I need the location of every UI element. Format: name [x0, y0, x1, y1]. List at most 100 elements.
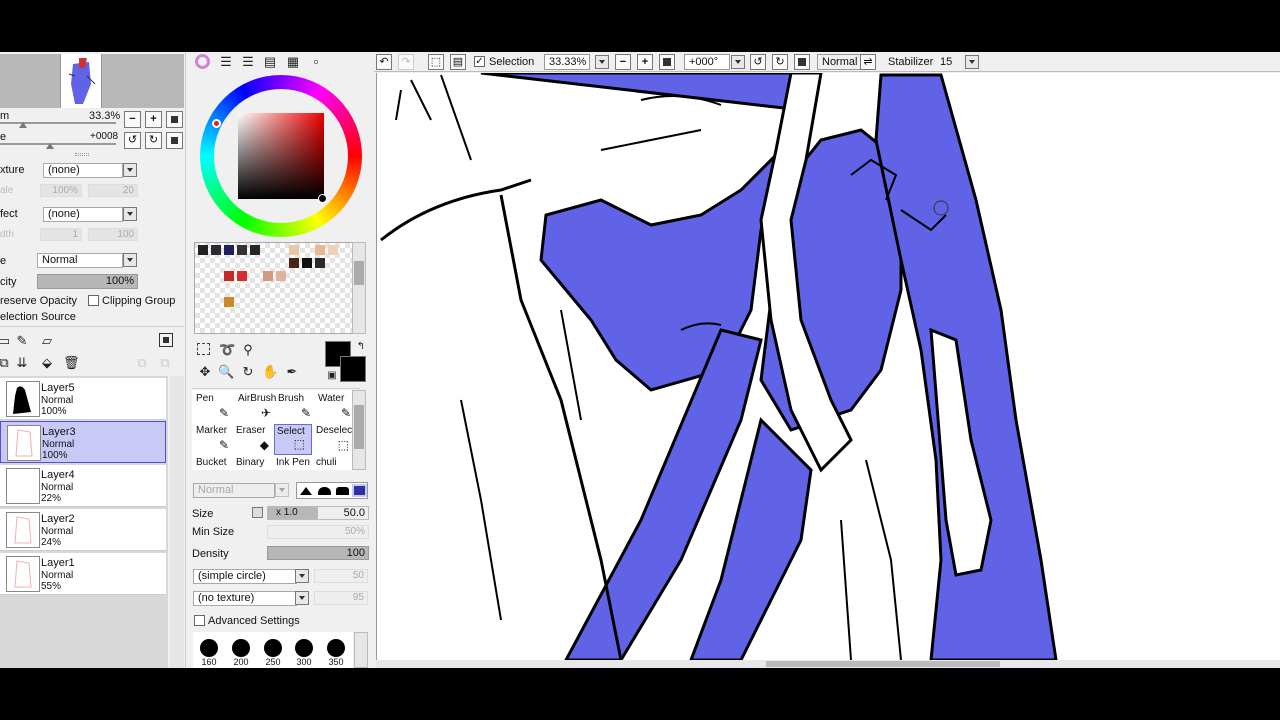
tool-eraser[interactable]: Eraser ◆: [234, 424, 275, 455]
shape-sharp-icon[interactable]: [300, 487, 312, 495]
tool-marker[interactable]: Marker ✎: [194, 424, 235, 455]
selection-label[interactable]: Selection: [489, 56, 534, 68]
effect-select[interactable]: (none): [43, 207, 123, 222]
clipping-group-checkbox[interactable]: [88, 295, 99, 306]
undo-icon[interactable]: ↶: [376, 54, 392, 70]
rotate-right-icon[interactable]: ↻: [772, 54, 788, 70]
brush-size-dot[interactable]: [264, 639, 282, 657]
rotation-value[interactable]: +000°: [684, 54, 730, 70]
swap-colors-icon[interactable]: ↰: [353, 339, 369, 355]
tool-deselect[interactable]: Deselect ⬚: [314, 424, 355, 455]
layer-mask-icon[interactable]: [159, 333, 173, 347]
swatch[interactable]: [315, 245, 325, 255]
rgb-slider-tab-icon[interactable]: ☰: [218, 54, 234, 70]
swatch[interactable]: [211, 245, 221, 255]
swatch[interactable]: [263, 271, 273, 281]
rotate-reset-icon[interactable]: [794, 54, 810, 70]
texture-select[interactable]: (none): [43, 163, 123, 178]
transfer-down-icon[interactable]: ⧉: [0, 355, 12, 371]
layer-row[interactable]: Layer2 Normal 24%: [0, 509, 166, 551]
clipping-group-label[interactable]: Clipping Group: [102, 295, 175, 307]
selection-source-label[interactable]: election Source: [0, 311, 76, 323]
swatch[interactable]: [276, 271, 286, 281]
angle-slider-handle[interactable]: [46, 143, 54, 149]
effect-field-1[interactable]: 1: [40, 228, 82, 241]
angle-slider[interactable]: [0, 143, 116, 145]
blend-select[interactable]: Normal: [37, 253, 123, 268]
rotate-right-button[interactable]: ↻: [145, 132, 162, 149]
hand-icon[interactable]: ✋: [262, 364, 278, 380]
brush-texture-select[interactable]: (no texture): [193, 591, 297, 606]
merge-down-icon[interactable]: ⇊: [14, 355, 30, 371]
brush-shape-dropdown-icon[interactable]: [295, 569, 309, 583]
stabilizer-dropdown-icon[interactable]: [965, 55, 979, 69]
new-layer-icon[interactable]: ▭: [0, 333, 12, 349]
canvas-horizontal-scrollbar[interactable]: [376, 660, 1280, 668]
tool-brush[interactable]: Brush ✎: [276, 392, 317, 423]
trash-icon[interactable]: 🗑: [63, 355, 80, 371]
swatch[interactable]: [289, 245, 299, 255]
zoom-slider[interactable]: [0, 122, 116, 124]
swatch[interactable]: [328, 245, 338, 255]
panel-grip[interactable]: [75, 153, 89, 156]
secondary-color[interactable]: [340, 356, 366, 382]
default-colors-icon[interactable]: ▣: [324, 368, 340, 384]
swatch-scrollbar[interactable]: [352, 242, 366, 334]
zoom-in-icon[interactable]: +: [637, 54, 653, 70]
tool-chuli[interactable]: chuli: [314, 456, 355, 470]
preserve-opacity-label[interactable]: reserve Opacity: [0, 295, 77, 307]
selection-checkbox[interactable]: ✓: [474, 56, 485, 67]
brush-texture-dropdown-icon[interactable]: [295, 591, 309, 605]
eyedropper-icon[interactable]: ✒: [284, 364, 300, 380]
swatch[interactable]: [315, 258, 325, 268]
zoom-icon[interactable]: 🔍: [218, 364, 234, 380]
rotate-left-button[interactable]: ↺: [124, 132, 141, 149]
min-size-field[interactable]: 50%: [267, 525, 369, 539]
invert-selection-icon[interactable]: ▤: [450, 54, 466, 70]
brush-size-dot[interactable]: [327, 639, 345, 657]
hue-marker[interactable]: [212, 119, 221, 128]
lasso-icon[interactable]: ➰: [219, 342, 235, 358]
scratchpad-tab-icon[interactable]: ▫: [308, 54, 324, 70]
rotate-icon[interactable]: ↻: [240, 364, 256, 380]
brush-size-dot[interactable]: [200, 639, 218, 657]
swatch[interactable]: [250, 245, 260, 255]
zoom-dropdown-icon[interactable]: [595, 55, 609, 69]
move-icon[interactable]: ✥: [197, 364, 213, 380]
saturation-value-square[interactable]: [238, 113, 324, 199]
swatch[interactable]: [224, 245, 234, 255]
advanced-settings-checkbox[interactable]: [194, 615, 205, 626]
size-slider[interactable]: x 1.0 50.0: [267, 506, 369, 520]
navigator-preview[interactable]: [0, 54, 184, 108]
zoom-slider-handle[interactable]: [19, 122, 27, 128]
layer-scrollbar[interactable]: [170, 376, 184, 668]
drawing-canvas[interactable]: [376, 73, 1280, 660]
swatch-palette[interactable]: [194, 242, 356, 334]
texture-field-1[interactable]: 100%: [40, 184, 82, 197]
effect-dropdown-icon[interactable]: [123, 207, 137, 221]
brush-shape-value[interactable]: 50: [314, 569, 368, 583]
zoom-value[interactable]: 33.33%: [544, 54, 590, 70]
navigator-thumbnail[interactable]: [60, 54, 102, 108]
swatch[interactable]: [198, 245, 208, 255]
new-linework-layer-icon[interactable]: ✎: [14, 333, 30, 349]
color-wheel-tab-icon[interactable]: [195, 54, 210, 69]
shape-flat-icon[interactable]: [336, 487, 349, 495]
layer-row-selected[interactable]: Layer3 Normal 100%: [0, 421, 166, 463]
tool-scrollbar[interactable]: [352, 390, 366, 470]
rotation-dropdown-icon[interactable]: [731, 55, 745, 69]
color-marker[interactable]: [318, 194, 327, 203]
zoom-out-icon[interactable]: −: [615, 54, 631, 70]
tool-ink-pen[interactable]: Ink Pen: [274, 456, 315, 470]
rotate-reset-button[interactable]: [166, 132, 183, 149]
brush-shape-select[interactable]: (simple circle): [193, 569, 297, 584]
deselect-icon[interactable]: ⬚: [428, 54, 444, 70]
density-bar[interactable]: 100: [267, 546, 369, 560]
swatch[interactable]: [224, 271, 234, 281]
brush-size-dot[interactable]: [232, 639, 250, 657]
swatch[interactable]: [237, 245, 247, 255]
swatch[interactable]: [237, 271, 247, 281]
zoom-reset-icon[interactable]: [659, 54, 675, 70]
effect-field-2[interactable]: 100: [88, 228, 138, 241]
tool-pen[interactable]: Pen ✎: [194, 392, 235, 423]
